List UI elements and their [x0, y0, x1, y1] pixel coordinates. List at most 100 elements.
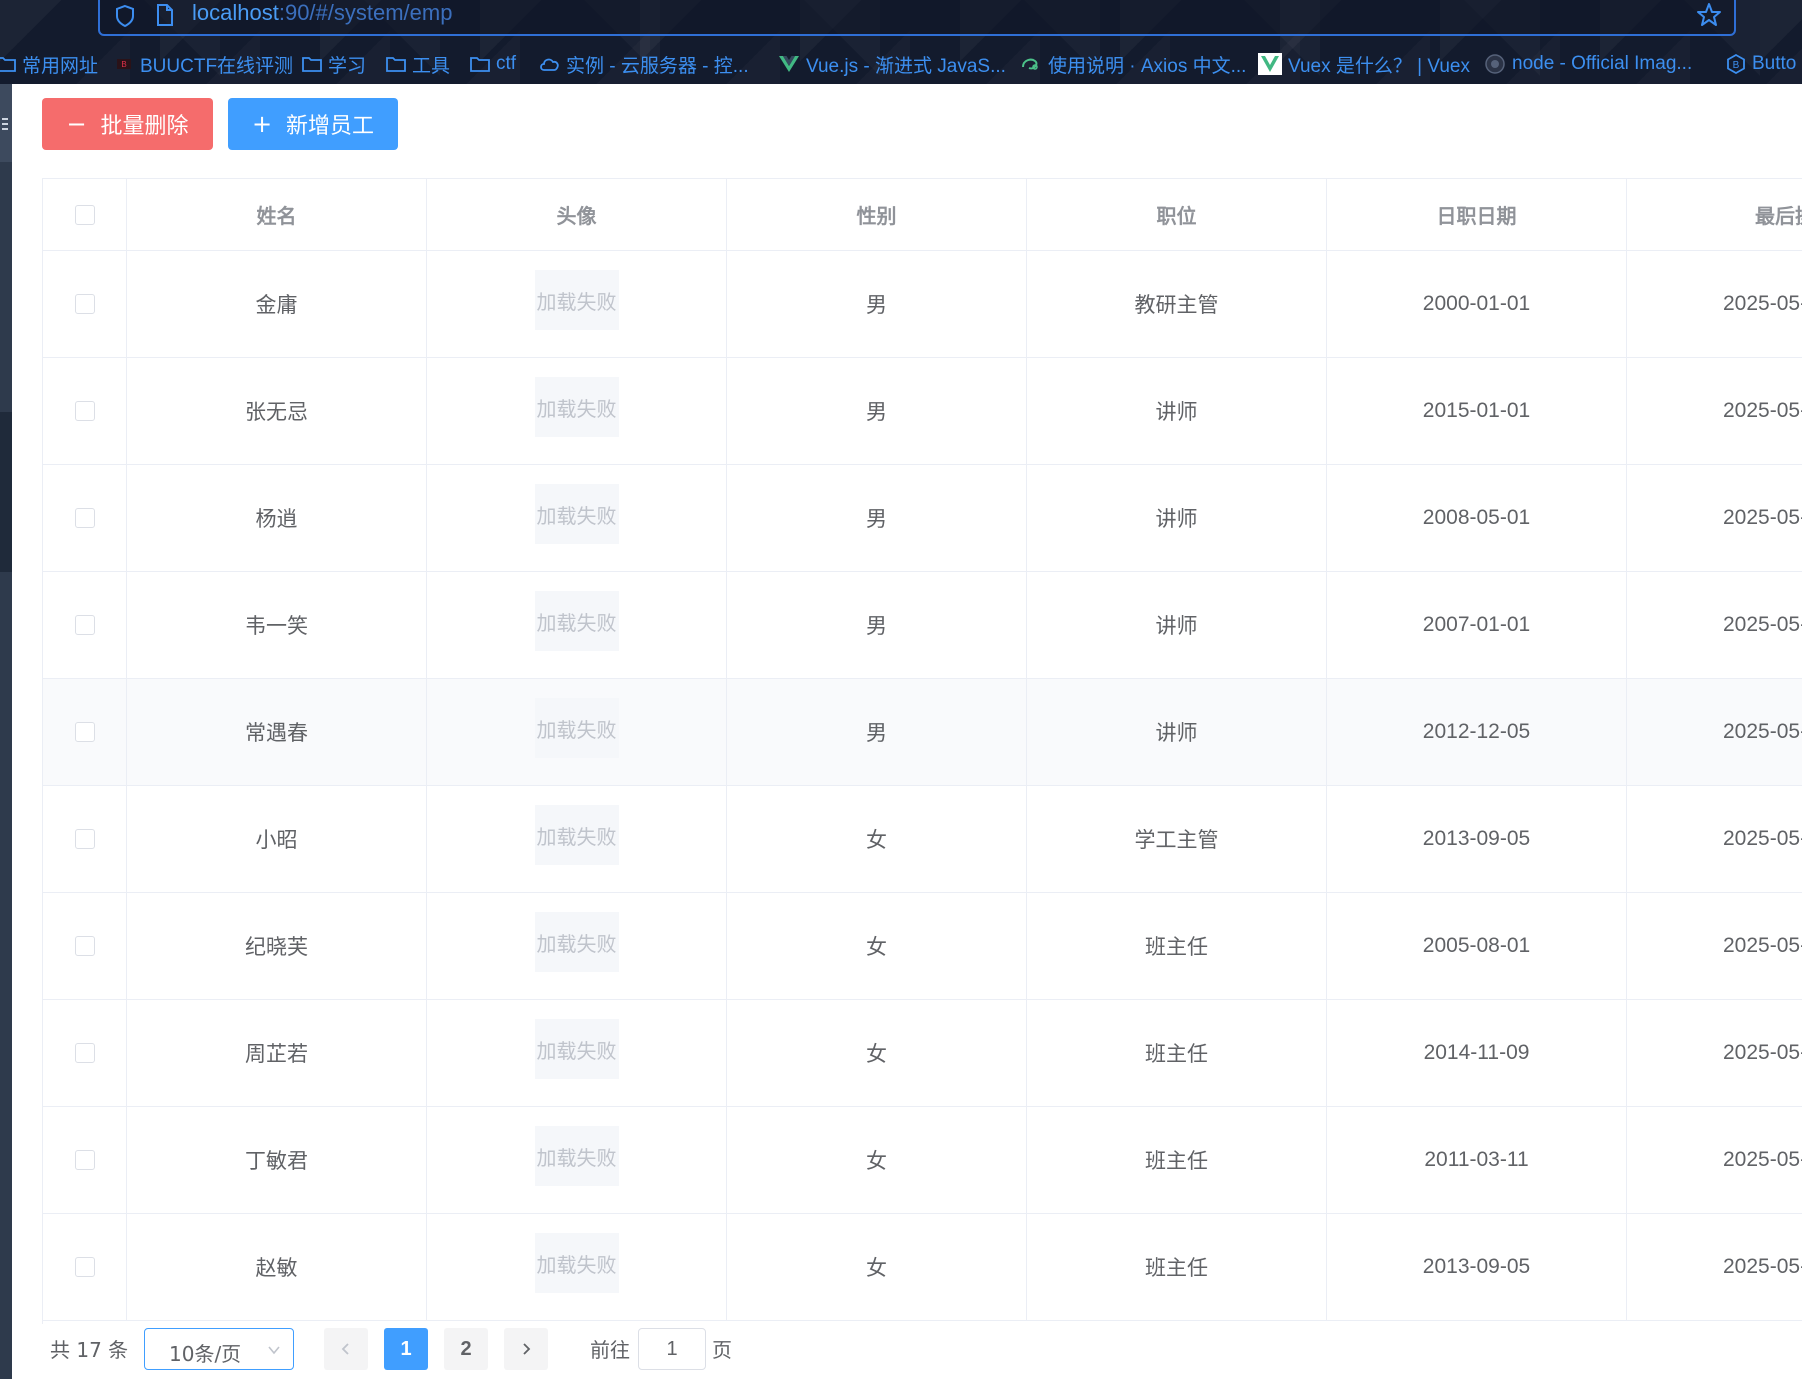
- cell-gender: 女: [727, 786, 1027, 892]
- cell-name: 丁敏君: [127, 1107, 427, 1213]
- row-checkbox[interactable]: [74, 1043, 95, 1063]
- row-select-cell: [43, 251, 127, 357]
- sidebar-active-item[interactable]: [0, 412, 12, 572]
- cell-entry-date: 2012-12-05: [1327, 679, 1627, 785]
- row-checkbox[interactable]: [74, 722, 95, 742]
- row-checkbox[interactable]: [74, 1150, 95, 1170]
- bookmark-item[interactable]: 实例 - 云服务器 - 控...: [538, 50, 749, 78]
- avatar-load-failed: 加载失败: [534, 1126, 619, 1186]
- employee-table: 姓名 头像 性别 职位 日职日期 最后操作时 金庸加载失败男教研主管2000-0…: [42, 178, 1802, 1324]
- column-header-last-operation: 最后操作时: [1627, 179, 1802, 250]
- menu-toggle-icon[interactable]: [0, 84, 12, 162]
- goto-label: 前往: [590, 1338, 630, 1362]
- column-header-entry-date: 日职日期: [1327, 179, 1627, 250]
- cell-job: 讲师: [1027, 679, 1327, 785]
- cell-job: 班主任: [1027, 1107, 1327, 1213]
- bookmark-item[interactable]: Vuex 是什么？ | Vuex: [1258, 50, 1470, 78]
- bookmark-item[interactable]: node - Official Imag...: [1484, 50, 1692, 78]
- url-text[interactable]: localhost:90/#/system/emp: [192, 0, 452, 26]
- prev-page-button[interactable]: [324, 1328, 368, 1370]
- row-checkbox[interactable]: [74, 294, 95, 314]
- table-row[interactable]: 金庸 加载失败 男教研主管2000-01-012025-05-01 2: [43, 251, 1802, 358]
- cloud-icon: [540, 58, 559, 71]
- bookmark-item[interactable]: 学习: [302, 50, 366, 78]
- row-checkbox[interactable]: [74, 936, 95, 956]
- cell-entry-date: 2013-09-05: [1327, 1214, 1627, 1320]
- table-row[interactable]: 韦一笑 加载失败 男讲师2007-01-012025-05-01 2: [43, 572, 1802, 679]
- cell-avatar: 加载失败: [427, 251, 727, 357]
- url-path: :90/#/system/emp: [278, 0, 453, 25]
- table-row[interactable]: 杨逍 加载失败 男讲师2008-05-012025-05-01 2: [43, 465, 1802, 572]
- cell-avatar: 加载失败: [427, 893, 727, 999]
- column-header-gender: 性别: [727, 179, 1027, 250]
- cell-entry-date: 2014-11-09: [1327, 1000, 1627, 1106]
- table-row[interactable]: 丁敏君 加载失败 女班主任2011-03-112025-05-01 2: [43, 1107, 1802, 1214]
- row-select-cell: [43, 465, 127, 571]
- star-icon[interactable]: [1696, 2, 1722, 28]
- cell-gender: 女: [727, 1214, 1027, 1320]
- cell-name: 韦一笑: [127, 572, 427, 678]
- bookmark-item[interactable]: 使用说明 · Axios 中文...: [1020, 50, 1246, 78]
- cell-gender: 男: [727, 358, 1027, 464]
- batch-delete-label: 批量删除: [100, 114, 189, 139]
- cell-name: 纪晓芙: [127, 893, 427, 999]
- table-row[interactable]: 常遇春 加载失败 男讲师2012-12-052025-05-01 2: [43, 679, 1802, 786]
- page-size-select[interactable]: 10条/页: [144, 1328, 294, 1370]
- cell-avatar: 加载失败: [427, 1107, 727, 1213]
- row-checkbox[interactable]: [74, 508, 95, 528]
- folder-icon: [386, 57, 406, 72]
- node-logo-icon: [1485, 54, 1505, 74]
- url-host: localhost: [192, 0, 279, 25]
- row-checkbox[interactable]: [74, 401, 95, 421]
- table-row[interactable]: 周芷若 加载失败 女班主任2014-11-092025-05-01 2: [43, 1000, 1802, 1107]
- bookmark-item[interactable]: ctf: [470, 50, 516, 78]
- bookmark-item[interactable]: Vue.js - 渐进式 JavaS...: [778, 50, 1006, 78]
- cell-entry-date: 2007-01-01: [1327, 572, 1627, 678]
- shield-icon[interactable]: [114, 4, 136, 28]
- cell-entry-date: 2008-05-01: [1327, 465, 1627, 571]
- cell-job: 班主任: [1027, 893, 1327, 999]
- next-page-button[interactable]: [504, 1328, 548, 1370]
- row-checkbox[interactable]: [74, 829, 95, 849]
- bookmark-item[interactable]: 常用网址: [0, 50, 98, 78]
- bookmark-item[interactable]: 工具: [386, 50, 450, 78]
- table-row[interactable]: 张无忌 加载失败 男讲师2015-01-012025-05-01 2: [43, 358, 1802, 465]
- bookmark-item[interactable]: B Butto: [1726, 50, 1796, 78]
- row-select-cell: [43, 679, 127, 785]
- goto-page-input[interactable]: [638, 1328, 706, 1370]
- batch-delete-button[interactable]: − 批量删除: [42, 98, 213, 150]
- cell-job: 讲师: [1027, 572, 1327, 678]
- row-select-cell: [43, 1000, 127, 1106]
- avatar-load-failed: 加载失败: [534, 591, 619, 651]
- cell-gender: 女: [727, 1000, 1027, 1106]
- table-row[interactable]: 赵敏 加载失败 女班主任2013-09-052025-05-01 2: [43, 1214, 1802, 1321]
- svg-text:B: B: [1733, 60, 1740, 71]
- add-employee-button[interactable]: + 新增员工: [228, 98, 398, 150]
- row-select-cell: [43, 572, 127, 678]
- cell-name: 张无忌: [127, 358, 427, 464]
- address-bar[interactable]: localhost:90/#/system/emp: [98, 0, 1736, 36]
- table-header: 姓名 头像 性别 职位 日职日期 最后操作时: [43, 179, 1802, 251]
- cell-entry-date: 2005-08-01: [1327, 893, 1627, 999]
- table-row[interactable]: 小昭 加载失败 女学工主管2013-09-052025-05-01 2: [43, 786, 1802, 893]
- avatar-load-failed: 加载失败: [534, 270, 619, 330]
- cell-gender: 女: [727, 1107, 1027, 1213]
- cell-gender: 女: [727, 893, 1027, 999]
- bookmark-label: 实例 - 云服务器 - 控...: [566, 55, 749, 77]
- chevron-down-icon: [268, 1346, 280, 1355]
- cell-job: 班主任: [1027, 1000, 1327, 1106]
- avatar-load-failed: 加载失败: [534, 912, 619, 972]
- row-checkbox[interactable]: [74, 1257, 95, 1277]
- chevron-left-icon: [341, 1343, 349, 1355]
- cell-avatar: 加载失败: [427, 572, 727, 678]
- select-all-checkbox[interactable]: [74, 204, 95, 225]
- page-button-1[interactable]: 1: [384, 1328, 428, 1370]
- column-header-avatar: 头像: [427, 179, 727, 250]
- header-select-cell: [43, 179, 127, 250]
- row-checkbox[interactable]: [74, 615, 95, 635]
- bookmark-label: 工具: [412, 55, 451, 77]
- table-row[interactable]: 纪晓芙 加载失败 女班主任2005-08-012025-05-01 2: [43, 893, 1802, 1000]
- row-select-cell: [43, 1214, 127, 1320]
- bookmark-item[interactable]: B BUUCTF在线评测: [114, 50, 293, 78]
- page-button-2[interactable]: 2: [444, 1328, 488, 1370]
